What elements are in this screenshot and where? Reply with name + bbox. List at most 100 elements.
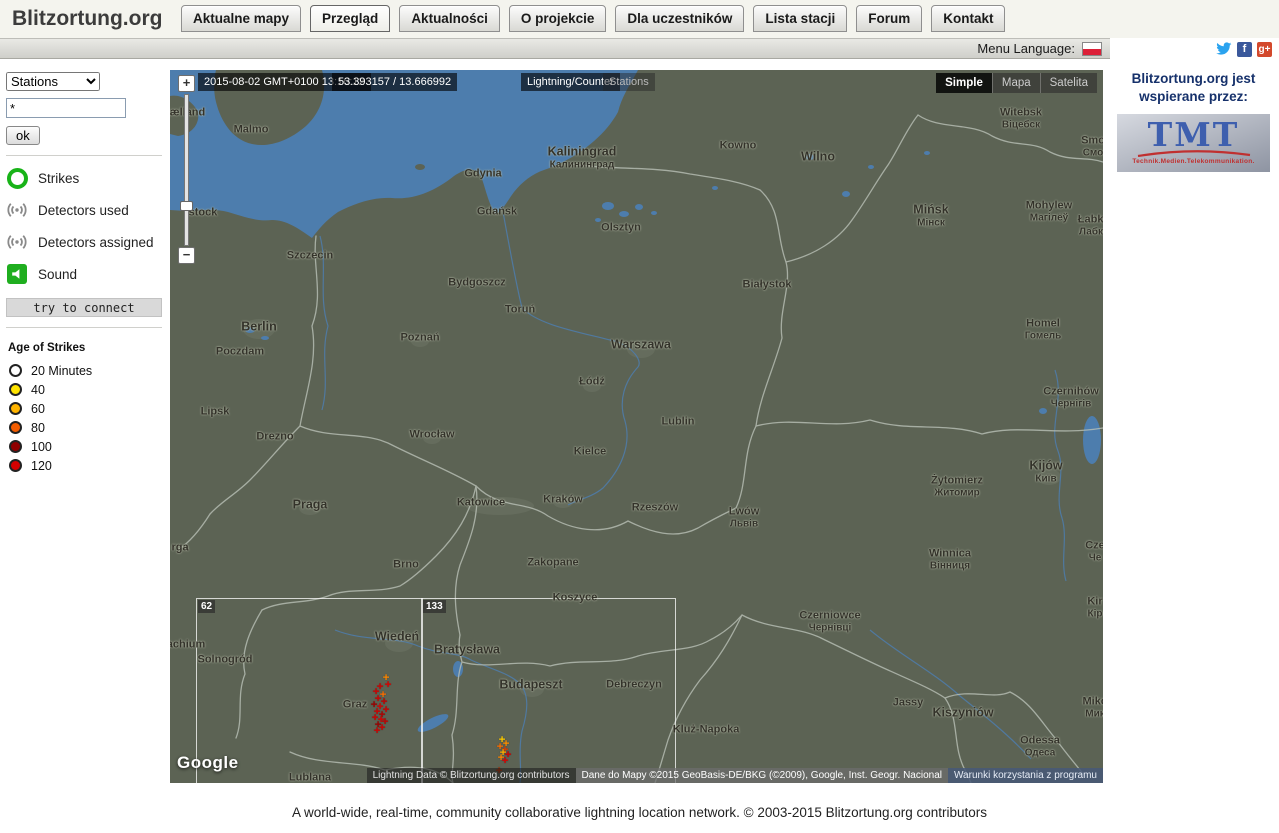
zoom-slider-track[interactable]: [184, 94, 189, 246]
city-label: Kowno: [719, 139, 757, 152]
city-label: Brno: [393, 558, 419, 571]
strikes-toggle[interactable]: Strikes: [6, 162, 162, 194]
tab-lista-stacji[interactable]: Lista stacji: [753, 5, 848, 32]
facebook-icon[interactable]: f: [1237, 42, 1252, 57]
polish-flag-icon[interactable]: [1082, 41, 1102, 56]
city-label: Winnica Вінниця: [928, 547, 972, 572]
map-attribution: Lightning Data © Blitzortung.org contrib…: [366, 768, 1103, 783]
age-legend-item: 60: [6, 399, 162, 418]
tmt-sponsor-logo[interactable]: TMT Technik.Medien.Telekommunikation.: [1117, 114, 1270, 173]
divider: [6, 155, 162, 156]
zoom-slider-handle[interactable]: [180, 201, 193, 211]
city-label: Solnogród: [197, 653, 253, 666]
tab-przegl-d[interactable]: Przegląd: [310, 5, 391, 32]
city-label: MikoМик: [1082, 695, 1103, 720]
city-label: Kir Кір: [1087, 595, 1103, 620]
twitter-icon[interactable]: [1215, 42, 1232, 57]
tab-aktualno-ci[interactable]: Aktualności: [399, 5, 500, 32]
map-type-mapa-button[interactable]: Mapa: [991, 73, 1040, 93]
blitzortung-page: Blitzortung.org Aktualne mapy Przegląd Akt…: [0, 0, 1279, 833]
tmt-logo-subtext: Technik.Medien.Telekommunikation.: [1132, 158, 1255, 166]
social-icons: f g+: [1215, 42, 1272, 57]
city-label: Budapeszt: [499, 677, 563, 692]
city-label: Lublana: [288, 771, 332, 783]
menu-language-label: Menu Language:: [977, 41, 1075, 56]
city-label: ŁabkoЛабко: [1077, 213, 1103, 238]
tab-stations[interactable]: Stations: [603, 73, 655, 91]
city-label: Praga: [292, 497, 328, 512]
city-label: Toruń: [504, 303, 536, 316]
age-swatch: [9, 440, 22, 453]
region-strike-count: 62: [198, 600, 216, 613]
detectors-used-label: Detectors used: [38, 202, 129, 218]
city-label: Kiszyniów: [932, 705, 994, 720]
age-legend-item: 40: [6, 380, 162, 399]
tmt-logo-text: TMT: [1147, 115, 1240, 155]
right-sidebar: Blitzortung.org jest wspierane przez: TM…: [1108, 70, 1279, 173]
age-legend-item: 20 Minutes: [6, 361, 162, 380]
city-label: Odessa Одеса: [1020, 734, 1060, 759]
age-legend-item: 100: [6, 437, 162, 456]
city-label: Cze Че: [1085, 539, 1103, 564]
strikes-icon: [6, 167, 28, 189]
city-label: Wilno: [801, 149, 835, 164]
city-label: Zakopane: [527, 556, 579, 569]
city-label: Debreczyn: [606, 678, 662, 691]
tab-forum[interactable]: Forum: [856, 5, 923, 32]
city-label: Gdynia: [464, 167, 502, 180]
map-type-simple-button[interactable]: Simple: [936, 73, 992, 93]
detectors-assigned-toggle[interactable]: Detectors assigned: [6, 226, 162, 258]
city-label: Mohylew Магілёў: [1025, 199, 1073, 224]
city-label: Łódź: [579, 375, 605, 388]
city-label: Kaliningrad Калининград: [547, 144, 617, 171]
terms-of-use-link[interactable]: Warunki korzystania z programu: [947, 768, 1103, 783]
age-legend-label: 120: [31, 458, 52, 473]
map-coordinates: 53.393157 / 13.666992: [332, 73, 458, 91]
zoom-in-button[interactable]: +: [178, 75, 195, 92]
age-legend-item: 120: [6, 456, 162, 475]
age-legend-label: 60: [31, 401, 45, 416]
city-label: Graz: [342, 698, 368, 711]
city-label: Rzeszów: [631, 501, 679, 514]
age-swatch: [9, 459, 22, 472]
detector-signal-icon: [6, 231, 28, 253]
city-label: Kijów Київ: [1029, 458, 1063, 485]
zoom-out-button[interactable]: −: [178, 247, 195, 264]
stations-select[interactable]: Stations: [6, 72, 100, 91]
strike-marker: +: [373, 723, 381, 737]
city-label: Homel Гомель: [1024, 317, 1062, 342]
detectors-used-toggle[interactable]: Detectors used: [6, 194, 162, 226]
sound-toggle[interactable]: Sound: [6, 258, 162, 290]
supporter-heading: Blitzortung.org jest wspierane przez:: [1108, 70, 1279, 105]
tab-kontakt[interactable]: Kontakt: [931, 5, 1006, 32]
city-label: Katowice: [456, 496, 506, 509]
age-legend-items: 20 Minutes 40 60 80 100 120: [6, 361, 162, 475]
city-label: achium: [170, 638, 206, 651]
lightning-map[interactable]: 62133 jællandMalmoKaliningradКалининград…: [170, 70, 1103, 783]
tab-o-projekcie[interactable]: O projekcie: [508, 5, 607, 32]
map-data-attribution: Dane do Mapy ©2015 GeoBasis-DE/BKG (©200…: [575, 768, 948, 783]
tab-aktualne-mapy[interactable]: Aktualne mapy: [181, 5, 302, 32]
map-type-satelita-button[interactable]: Satelita: [1039, 73, 1097, 93]
tab-dla-uczestnik-w[interactable]: Dla uczestników: [615, 5, 745, 32]
google-logo[interactable]: Google: [177, 753, 239, 773]
tmt-swoosh: [1137, 150, 1250, 158]
age-swatch: [9, 383, 22, 396]
city-label: Kluż-Napoka: [672, 723, 740, 736]
supporter-heading-line2: wspierane przez:: [1139, 88, 1248, 104]
header-tabs: Aktualne mapy Przegląd Aktualności O projek…: [181, 5, 1006, 32]
city-label: Szczecin: [286, 249, 334, 262]
city-label: Olsztyn: [601, 221, 641, 234]
age-legend-label: 100: [31, 439, 52, 454]
city-label: Malmo: [233, 123, 269, 136]
city-label: Wrocław: [409, 428, 455, 441]
ok-button[interactable]: ok: [6, 126, 40, 145]
city-label: Wiedeń: [374, 629, 420, 644]
station-filter-input[interactable]: [6, 98, 126, 118]
city-label: rga: [171, 541, 189, 554]
map-type-buttons: Simple Mapa Satelita: [936, 73, 1097, 93]
try-to-connect-button[interactable]: try to connect: [6, 298, 162, 317]
city-label: Kielce: [573, 445, 607, 458]
googleplus-icon[interactable]: g+: [1257, 42, 1272, 57]
city-label: Mińsk Мінск: [913, 202, 949, 229]
